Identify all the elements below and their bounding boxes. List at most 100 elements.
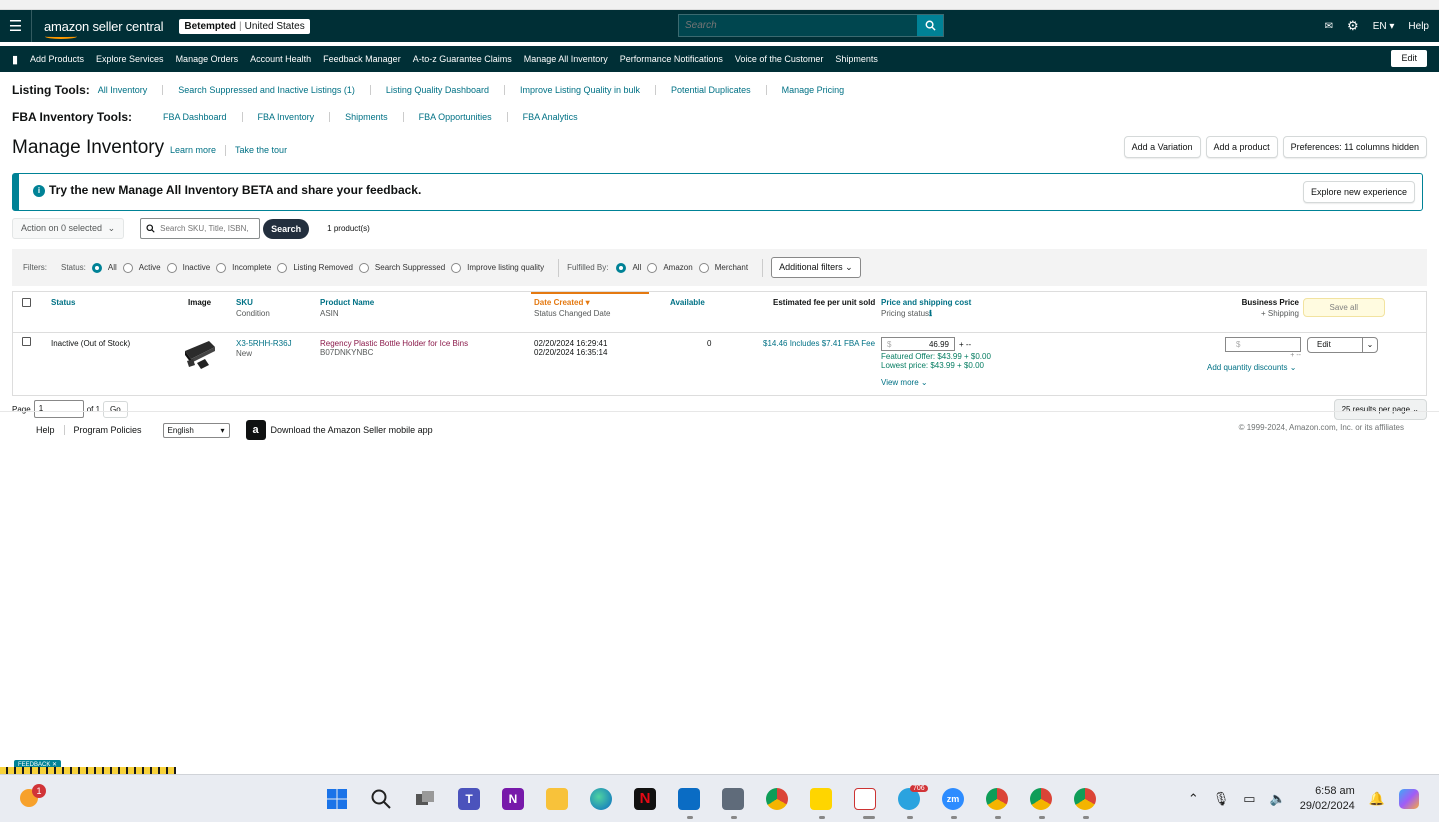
chrome-profile-icon[interactable] [986, 788, 1008, 810]
select-all-checkbox[interactable] [22, 298, 31, 307]
nav-account-health[interactable]: Account Health [250, 54, 311, 64]
gear-icon[interactable]: ⚙ [1347, 18, 1359, 34]
header-sku[interactable]: SKU [236, 298, 270, 307]
add-quantity-discounts-link[interactable]: Add quantity discounts ⌄ [1207, 363, 1296, 372]
chrome-profile-icon[interactable] [1074, 788, 1096, 810]
help-link[interactable]: Help [1408, 21, 1429, 32]
preferences-button[interactable]: Preferences: 11 columns hidden [1282, 136, 1427, 158]
page-number-input[interactable]: 1 [33, 400, 84, 418]
header-date-created[interactable]: Date Created ▾ [534, 298, 611, 307]
fulfilled-amazon-radio[interactable]: Amazon [647, 262, 693, 273]
header-product-name[interactable]: Product Name [320, 298, 374, 307]
search-icon[interactable] [370, 788, 392, 810]
notepad-icon[interactable] [678, 788, 700, 810]
download-app-link[interactable]: Download the Amazon Seller mobile app [271, 425, 433, 435]
link-fba-analytics[interactable]: FBA Analytics [508, 112, 593, 122]
edge-icon[interactable] [590, 788, 612, 810]
footer-help[interactable]: Help [36, 425, 65, 435]
link-potential-duplicates[interactable]: Potential Duplicates [656, 85, 767, 95]
teams-icon[interactable]: T [458, 788, 480, 810]
telegram-icon[interactable]: 706 [898, 785, 928, 810]
microphone-icon[interactable]: 🎙 [1213, 791, 1230, 807]
take-tour-link[interactable]: Take the tour [235, 145, 287, 156]
row-sku[interactable]: X3-5RHH-R36J [236, 339, 292, 348]
footer-language-select[interactable]: English ▾ [162, 422, 230, 438]
row-checkbox[interactable] [22, 337, 31, 346]
task-view-icon[interactable] [414, 788, 436, 810]
learn-more-link[interactable]: Learn more [170, 145, 216, 156]
row-edit-button[interactable]: Edit ⌄ [1307, 337, 1378, 353]
volume-icon[interactable]: 🔈 [1270, 791, 1286, 807]
link-fba-dashboard[interactable]: FBA Dashboard [148, 112, 243, 122]
search-button[interactable]: Search [263, 218, 310, 239]
link-all-inventory[interactable]: All Inventory [98, 85, 164, 95]
status-inactive-radio[interactable]: Inactive [166, 262, 210, 273]
chevron-down-icon[interactable]: ⌄ [1362, 338, 1377, 352]
go-button[interactable]: Go [103, 400, 128, 418]
link-listing-quality-dashboard[interactable]: Listing Quality Dashboard [371, 85, 505, 95]
status-active-radio[interactable]: Active [122, 262, 161, 273]
save-all-button[interactable]: Save all [1302, 298, 1385, 317]
account-switcher[interactable]: Betempted | United States [179, 18, 310, 34]
global-search-input[interactable] [679, 15, 917, 36]
add-product-button[interactable]: Add a product [1205, 136, 1278, 158]
file-explorer-icon[interactable] [546, 788, 568, 810]
menu-icon[interactable]: ☰ [0, 10, 32, 42]
language-selector[interactable]: EN ▾ [1373, 21, 1395, 32]
additional-filters-button[interactable]: Additional filters ⌄ [771, 257, 861, 278]
chrome-profile-icon[interactable] [1030, 788, 1052, 810]
nav-voice-of-customer[interactable]: Voice of the Customer [735, 54, 824, 64]
status-all-radio[interactable]: All [91, 262, 117, 273]
chrome-icon[interactable] [766, 788, 788, 810]
network-icon[interactable]: ▭ [1243, 791, 1255, 807]
start-icon[interactable] [326, 788, 348, 810]
link-fba-opportunities[interactable]: FBA Opportunities [404, 112, 508, 122]
nav-add-products[interactable]: Add Products [30, 54, 84, 64]
link-fba-shipments[interactable]: Shipments [330, 112, 404, 122]
nav-manage-orders[interactable]: Manage Orders [176, 54, 239, 64]
calculator-icon[interactable] [722, 788, 744, 810]
nav-feedback-manager[interactable]: Feedback Manager [323, 54, 401, 64]
fulfilled-all-radio[interactable]: All [616, 262, 641, 273]
view-more-link[interactable]: View more ⌄ [881, 378, 991, 387]
notification-icon[interactable]: 🔔 [1369, 791, 1385, 807]
header-price[interactable]: Price and shipping cost [881, 298, 971, 307]
onenote-icon[interactable]: N [502, 788, 524, 810]
row-product-name[interactable]: Regency Plastic Bottle Holder for Ice Bi… [320, 339, 468, 348]
price-input[interactable]: $ 46.99 [881, 337, 955, 351]
mail-icon[interactable]: ✉ [1325, 21, 1333, 32]
add-variation-button[interactable]: Add a Variation [1123, 136, 1201, 158]
amazon-app-icon[interactable]: a [245, 420, 266, 440]
header-available[interactable]: Available [670, 298, 705, 307]
snipping-tool-icon[interactable] [854, 788, 876, 810]
nav-manage-all-inventory[interactable]: Manage All Inventory [524, 54, 608, 64]
link-fba-inventory[interactable]: FBA Inventory [243, 112, 331, 122]
nav-performance-notifications[interactable]: Performance Notifications [620, 54, 723, 64]
copilot-icon[interactable] [1399, 789, 1419, 809]
status-incomplete-radio[interactable]: Incomplete [216, 262, 271, 273]
nav-explore-services[interactable]: Explore Services [96, 54, 164, 64]
netflix-icon[interactable]: N [634, 788, 656, 810]
weather-icon[interactable]: 1 [20, 784, 46, 809]
link-improve-listing-quality[interactable]: Improve Listing Quality in bulk [505, 85, 657, 95]
sku-search-input[interactable] [160, 224, 251, 233]
fulfilled-merchant-radio[interactable]: Merchant [698, 262, 748, 273]
link-suppressed-listings[interactable]: Search Suppressed and Inactive Listings … [163, 85, 371, 95]
nav-edit-button[interactable]: Edit [1391, 50, 1427, 67]
status-improve-quality-radio[interactable]: Improve listing quality [451, 262, 544, 273]
bulk-action-select[interactable]: Action on 0 selected ⌄ [12, 218, 125, 239]
sticky-notes-icon[interactable] [810, 788, 832, 810]
explore-new-experience-button[interactable]: Explore new experience [1302, 181, 1415, 203]
results-per-page-select[interactable]: 25 results per page ⌄ [1333, 399, 1427, 420]
bookmark-icon[interactable]: ▮ [0, 53, 30, 66]
header-status[interactable]: Status [51, 298, 75, 307]
status-listing-removed-radio[interactable]: Listing Removed [277, 262, 353, 273]
status-search-suppressed-radio[interactable]: Search Suppressed [358, 262, 445, 273]
search-icon[interactable] [917, 15, 943, 36]
clock[interactable]: 6:58 am 29/02/2024 [1300, 784, 1355, 814]
business-price-input[interactable]: $ [1225, 337, 1301, 352]
nav-atoz-claims[interactable]: A-to-z Guarantee Claims [413, 54, 512, 64]
footer-program-policies[interactable]: Program Policies [65, 425, 151, 435]
nav-shipments[interactable]: Shipments [835, 54, 878, 64]
chevron-up-icon[interactable]: ⌃ [1188, 791, 1199, 807]
